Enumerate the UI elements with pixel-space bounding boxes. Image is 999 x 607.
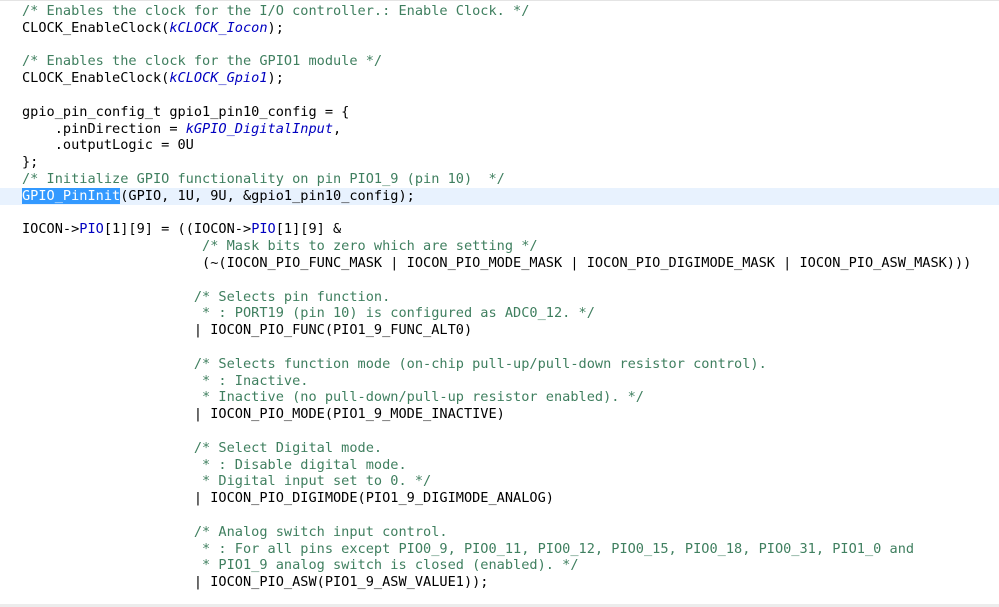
code-field: PIO <box>251 221 276 238</box>
code-text: CLOCK_EnableClock( <box>22 19 170 36</box>
selected-identifier[interactable]: GPIO_PinInit <box>22 187 121 204</box>
code-line[interactable]: | IOCON_PIO_DIGIMODE(PIO1_9_DIGIMODE_ANA… <box>0 490 999 507</box>
current-code-line[interactable]: GPIO_PinInit(GPIO, 1U, 9U, &gpio1_pin10_… <box>0 187 999 205</box>
code-field: PIO <box>79 221 104 238</box>
code-constant: kCLOCK_Gpio1 <box>169 70 268 87</box>
code-text: gpio_pin_config_t gpio1_pin10_config = { <box>22 103 350 120</box>
code-editor[interactable]: /* Enables the clock for the I/O control… <box>0 0 999 607</box>
code-text: .outputLogic = 0U <box>22 137 194 154</box>
code-comment: * : Inactive. <box>22 372 309 389</box>
code-comment: * : Disable digital mode. <box>22 456 407 473</box>
code-line[interactable]: * : PORT19 (pin 10) is configured as ADC… <box>0 305 999 322</box>
code-comment: * Inactive (no pull-down/pull-up resisto… <box>22 389 644 406</box>
code-comment: * : PORT19 (pin 10) is configured as ADC… <box>22 305 595 322</box>
code-comment: * : For all pins except PIO0_9, PIO0_11,… <box>22 540 915 557</box>
code-text: .pinDirection = <box>22 120 186 137</box>
code-text: [1][9] = ((IOCON-> <box>103 221 252 238</box>
code-comment: /* Analog switch input control. <box>22 523 448 540</box>
code-line[interactable]: }; <box>0 154 999 171</box>
code-text: }; <box>22 154 39 171</box>
code-line[interactable]: /* Select Digital mode. <box>0 440 999 457</box>
code-line[interactable]: ​ <box>0 507 999 524</box>
code-comment: /* Enables the clock for the GPIO1 modul… <box>22 53 383 70</box>
code-text: (~(IOCON_PIO_FUNC_MASK | IOCON_PIO_MODE_… <box>22 254 972 271</box>
code-line[interactable]: * : Inactive. <box>0 373 999 390</box>
code-line[interactable]: ​ <box>0 87 999 104</box>
code-constant: kCLOCK_Iocon <box>169 19 268 36</box>
code-line[interactable]: | IOCON_PIO_FUNC(PIO1_9_FUNC_ALT0) <box>0 322 999 339</box>
code-comment: * Digital input set to 0. */ <box>22 473 432 490</box>
code-text: | IOCON_PIO_DIGIMODE(PIO1_9_DIGIMODE_ANA… <box>22 490 554 507</box>
code-comment: /* Mask bits to zero which are setting *… <box>22 238 538 255</box>
code-line[interactable]: | IOCON_PIO_MODE(PIO1_9_MODE_INACTIVE) <box>0 406 999 423</box>
code-line[interactable]: ​ <box>0 205 999 222</box>
code-line[interactable]: * Digital input set to 0. */ <box>0 473 999 490</box>
code-line[interactable]: ​ <box>0 423 999 440</box>
code-text: [1][9] & <box>275 221 342 238</box>
code-line[interactable]: (~(IOCON_PIO_FUNC_MASK | IOCON_PIO_MODE_… <box>0 255 999 272</box>
code-comment: /* Enables the clock for the I/O control… <box>22 3 530 19</box>
code-text: IOCON-> <box>22 221 80 238</box>
code-line[interactable]: ​ <box>0 272 999 289</box>
code-line[interactable]: IOCON->PIO[1][9] = ((IOCON->PIO[1][9] & <box>0 221 999 238</box>
code-text: , <box>333 120 342 137</box>
editor-top-border <box>0 0 999 1</box>
code-text: ); <box>267 19 284 36</box>
code-text: | IOCON_PIO_FUNC(PIO1_9_FUNC_ALT0) <box>22 322 473 339</box>
code-line[interactable]: .pinDirection = kGPIO_DigitalInput, <box>0 121 999 138</box>
code-line[interactable]: /* Enables the clock for the I/O control… <box>0 3 999 20</box>
code-line[interactable]: /* Selects pin function. <box>0 289 999 306</box>
code-line[interactable]: CLOCK_EnableClock(kCLOCK_Iocon); <box>0 20 999 37</box>
code-comment: /* Selects function mode (on-chip pull-u… <box>22 355 767 372</box>
code-line[interactable]: | IOCON_PIO_ASW(PIO1_9_ASW_VALUE1)); <box>0 574 999 591</box>
code-area[interactable]: /* Enables the clock for the I/O control… <box>0 3 999 591</box>
code-line[interactable]: gpio_pin_config_t gpio1_pin10_config = { <box>0 104 999 121</box>
code-text: ); <box>267 70 284 87</box>
code-constant: kGPIO_DigitalInput <box>185 120 334 137</box>
code-line[interactable]: /* Initialize GPIO functionality on pin … <box>0 171 999 188</box>
code-line[interactable]: ​ <box>0 339 999 356</box>
code-comment: /* Selects pin function. <box>22 288 391 305</box>
code-text: (GPIO, 1U, 9U, &gpio1_pin10_config); <box>120 187 415 204</box>
code-line[interactable]: /* Analog switch input control. <box>0 524 999 541</box>
code-line[interactable]: ​ <box>0 37 999 54</box>
code-line[interactable]: * Inactive (no pull-down/pull-up resisto… <box>0 389 999 406</box>
code-line[interactable]: /* Selects function mode (on-chip pull-u… <box>0 356 999 373</box>
code-line[interactable]: * : Disable digital mode. <box>0 457 999 474</box>
code-line[interactable]: /* Mask bits to zero which are setting *… <box>0 238 999 255</box>
code-line[interactable]: * : For all pins except PIO0_9, PIO0_11,… <box>0 541 999 558</box>
code-comment: /* Select Digital mode. <box>22 439 383 456</box>
code-text: | IOCON_PIO_ASW(PIO1_9_ASW_VALUE1)); <box>22 574 489 591</box>
code-line[interactable]: CLOCK_EnableClock(kCLOCK_Gpio1); <box>0 70 999 87</box>
code-text: | IOCON_PIO_MODE(PIO1_9_MODE_INACTIVE) <box>22 406 505 423</box>
code-comment: /* Initialize GPIO functionality on pin … <box>22 170 505 187</box>
code-text: CLOCK_EnableClock( <box>22 70 170 87</box>
code-comment: * PIO1_9 analog switch is closed (enable… <box>22 557 579 574</box>
code-line[interactable]: .outputLogic = 0U <box>0 137 999 154</box>
code-line[interactable]: * PIO1_9 analog switch is closed (enable… <box>0 557 999 574</box>
code-line[interactable]: /* Enables the clock for the GPIO1 modul… <box>0 53 999 70</box>
